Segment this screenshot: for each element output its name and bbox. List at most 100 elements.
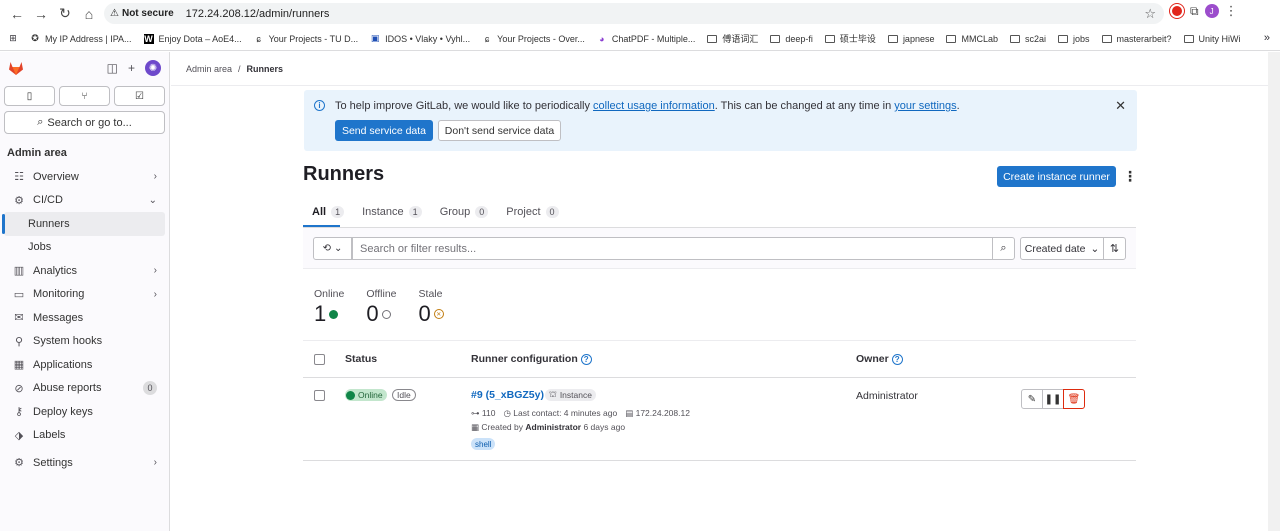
sidebar-item-applications[interactable]: ▦ Applications — [4, 353, 165, 377]
bookmark-item[interactable]: ◕ ChatPDF - Multiple... — [597, 34, 695, 44]
gitlab-logo-icon[interactable] — [8, 60, 24, 76]
scrollbar[interactable] — [1268, 52, 1280, 531]
reload-icon[interactable]: ↻ — [54, 3, 76, 25]
folder-icon — [707, 34, 718, 43]
bookmark-item[interactable]: W Enjoy Dota – AoE4... — [143, 33, 242, 44]
edit-icon[interactable]: ✎ — [1021, 389, 1043, 409]
admin-avatar-icon[interactable]: ✺ — [145, 60, 161, 76]
sidebar-item-labels[interactable]: ⬗ Labels — [4, 424, 165, 448]
stat-online: Online 1 — [314, 288, 345, 326]
todo-icon[interactable]: ☑ — [114, 86, 165, 106]
folder-icon — [824, 34, 835, 43]
ip-icon: ✪ — [31, 33, 39, 43]
sidebar-item-cicd[interactable]: ⚙ CI/CD ⌄ — [4, 189, 165, 213]
runner-link[interactable]: #9 (5_xBGZ5y) — [471, 389, 544, 401]
search-input[interactable]: Search or filter results... — [352, 237, 993, 260]
apps-grid-icon[interactable]: ⊞ — [8, 33, 18, 44]
bookmark-folder[interactable]: MMCLab — [946, 34, 998, 44]
bookmark-folder[interactable]: Unity HiWi — [1183, 34, 1241, 44]
send-service-data-button[interactable]: Send service data — [335, 120, 433, 141]
tab-all[interactable]: All 1 — [303, 202, 353, 222]
create-instance-runner-button[interactable]: Create instance runner — [997, 166, 1116, 187]
search-go-button[interactable]: ⌕ Search or go to... — [4, 111, 165, 134]
bookmark-folder[interactable]: masterarbeit? — [1101, 34, 1172, 44]
url-text: 172.24.208.12/admin/runners — [185, 7, 330, 20]
bookmark-item[interactable]: ▣ IDOS • Vlaky • Vyhl... — [370, 33, 470, 44]
sidebar-item-analytics[interactable]: ▥ Analytics › — [4, 259, 165, 283]
sidebar-item-settings[interactable]: ⚙ Settings › — [4, 451, 165, 475]
bookmark-folder[interactable]: 傅语词汇 — [707, 32, 758, 45]
sidebar-item-messages[interactable]: ✉ Messages — [4, 306, 165, 330]
instance-icon: ⛫ — [549, 389, 557, 399]
bookmark-folder[interactable]: jobs — [1058, 34, 1090, 44]
label-icon: ⬗ — [14, 429, 24, 442]
search-icon[interactable]: ⌕ — [992, 237, 1015, 260]
sidebar-item-abuse-reports[interactable]: ⊘ Abuse reports 0 — [4, 377, 165, 401]
stale-status-icon: ✕ — [433, 309, 444, 319]
not-secure-indicator[interactable]: ⚠ Not secure — [110, 8, 182, 19]
close-icon[interactable]: ✕ — [1115, 98, 1126, 114]
project-icon: ɕ — [484, 33, 490, 44]
applications-icon: ▦ — [13, 359, 25, 372]
bookmark-star-icon[interactable]: ☆ — [1144, 6, 1156, 22]
sidebar-item-system-hooks[interactable]: ⚲ System hooks — [4, 330, 165, 354]
create-new-icon[interactable]: + — [128, 61, 135, 75]
row-actions: ✎ ❚❚ 🗑 — [1021, 389, 1085, 409]
bookmark-folder[interactable]: sc2ai — [1009, 34, 1046, 44]
row-checkbox[interactable] — [314, 390, 325, 401]
bookmark-folder[interactable]: japnese — [887, 34, 934, 44]
tab-group[interactable]: Group 0 — [431, 202, 498, 222]
sidebar-item-monitoring[interactable]: ▭ Monitoring › — [4, 283, 165, 307]
sort-direction-icon[interactable]: ⇅ — [1103, 237, 1126, 260]
issues-icon[interactable]: ▯ — [4, 86, 55, 106]
browser-menu-icon[interactable]: ⋮ — [1225, 3, 1238, 19]
key-icon: ⚷ — [14, 406, 24, 419]
bookmark-item[interactable]: ✪ My IP Address | IPA... — [30, 33, 131, 44]
sidebar: ◫ + ✺ ▯ ⑂ ☑ ⌕ Search or go to... Admin a… — [0, 52, 170, 531]
sidebar-item-jobs[interactable]: Jobs — [4, 236, 165, 260]
delete-icon[interactable]: 🗑 — [1063, 389, 1085, 409]
bookmark-folder[interactable]: deep-fi — [770, 34, 813, 44]
bookmark-folder[interactable]: 硕士毕设 — [824, 32, 876, 45]
help-icon[interactable]: ? — [580, 353, 592, 365]
help-icon[interactable]: ? — [891, 353, 903, 365]
sidebar-item-runners[interactable]: Runners — [2, 212, 165, 236]
recent-searches-button[interactable]: ⟲ ⌄ — [313, 237, 352, 260]
runner-tabs: All 1 Instance 1 Group 0 Project 0 — [303, 202, 568, 222]
dont-send-service-data-button[interactable]: Don't send service data — [438, 120, 561, 141]
opera-extension-icon[interactable] — [1170, 4, 1184, 18]
pause-icon[interactable]: ❚❚ — [1042, 389, 1064, 409]
bookmark-item[interactable]: ɕ Your Projects - Over... — [482, 34, 585, 44]
bookmark-item[interactable]: ɕ Your Projects - TU D... — [254, 34, 358, 44]
collect-usage-link[interactable]: collect usage information — [593, 100, 715, 112]
merge-requests-icon[interactable]: ⑂ — [59, 86, 110, 106]
overview-icon: ☷ — [14, 171, 24, 184]
sidebar-item-overview[interactable]: ☷ Overview › — [4, 165, 165, 189]
more-actions-icon[interactable]: ⋮ — [1123, 168, 1137, 185]
runner-meta: ⊶ 110 ◷ Last contact: 4 minutes ago ▤ 17… — [471, 408, 690, 418]
forward-icon[interactable]: → — [30, 3, 52, 25]
sidebar-item-deploy-keys[interactable]: ⚷ Deploy keys — [4, 400, 165, 424]
sort-dropdown[interactable]: Created date ⌄ — [1020, 237, 1104, 260]
back-icon[interactable]: ← — [6, 3, 28, 25]
your-settings-link[interactable]: your settings — [894, 100, 956, 112]
chevron-down-icon: ⌄ — [148, 194, 157, 206]
chart-icon: ▥ — [13, 265, 25, 278]
filter-bar: ⟲ ⌄ Search or filter results... ⌕ Created… — [303, 228, 1136, 269]
breadcrumb-root[interactable]: Admin area — [186, 64, 232, 74]
tab-instance[interactable]: Instance 1 — [353, 202, 431, 222]
address-bar[interactable]: ⚠ Not secure 172.24.208.12/admin/runners… — [104, 3, 1164, 24]
folder-icon — [946, 34, 957, 43]
tab-project[interactable]: Project 0 — [497, 202, 567, 222]
toggle-sidebar-icon[interactable]: ◫ — [107, 61, 118, 75]
more-bookmarks-icon[interactable]: » — [1264, 32, 1270, 44]
warning-icon: ⚠ — [110, 8, 119, 19]
profile-avatar[interactable]: J — [1204, 4, 1219, 18]
select-all-checkbox[interactable] — [314, 354, 325, 365]
table-row: Online Idle #9 (5_xBGZ5y) ⛫ Instance ⊶ 11… — [303, 378, 1136, 461]
extensions-icon[interactable]: ⧉ — [1190, 4, 1199, 19]
home-icon[interactable]: ⌂ — [78, 3, 100, 25]
status-badge: Online — [345, 389, 387, 401]
breadcrumb-current[interactable]: Runners — [247, 64, 284, 74]
runner-tag: shell — [471, 438, 496, 450]
